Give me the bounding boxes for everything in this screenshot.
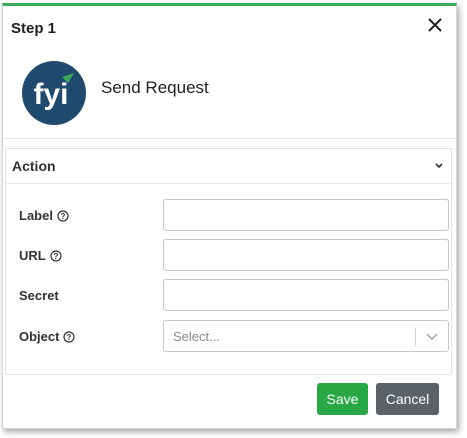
help-icon[interactable]: ? [50, 249, 62, 262]
svg-text:?: ? [67, 333, 72, 342]
logo-text: fyi [33, 78, 68, 111]
help-icon[interactable]: ? [63, 330, 76, 343]
label-field-label: Label [19, 208, 53, 223]
object-field-label: Object [19, 329, 60, 344]
url-row: URL ? [6, 239, 451, 273]
object-select[interactable]: Select... [163, 320, 449, 352]
chevron-down-icon[interactable] [425, 331, 439, 343]
dialog-title: Step 1 [11, 19, 57, 37]
secret-input[interactable] [163, 279, 449, 311]
fyi-logo: fyi [22, 61, 86, 125]
action-card: fyi Send Request [3, 50, 456, 139]
url-field-label: URL [19, 248, 46, 263]
label-row: Label ? [6, 199, 451, 233]
object-select-placeholder: Select... [173, 329, 220, 344]
url-input[interactable] [163, 239, 449, 271]
section-title: Action [12, 158, 56, 174]
close-icon[interactable] [424, 14, 446, 36]
step-dialog: Step 1 fyi Send Request Action Label ? U… [2, 3, 457, 429]
save-button[interactable]: Save [317, 383, 368, 415]
svg-text:?: ? [53, 252, 58, 261]
secret-row: Secret [6, 279, 451, 313]
cancel-button[interactable]: Cancel [376, 383, 439, 415]
help-icon[interactable]: ? [57, 209, 69, 222]
select-separator [415, 328, 416, 346]
label-input[interactable] [163, 199, 449, 231]
action-section-header[interactable]: Action [6, 149, 451, 184]
svg-text:?: ? [61, 212, 66, 221]
secret-field-label: Secret [19, 288, 59, 303]
action-section: Action Label ? URL ? Secret Object ? Sel… [5, 148, 452, 375]
action-name: Send Request [101, 78, 209, 97]
dialog-header: Step 1 [3, 6, 456, 51]
chevron-down-icon[interactable] [433, 160, 445, 172]
object-row: Object ? Select... [6, 320, 451, 354]
